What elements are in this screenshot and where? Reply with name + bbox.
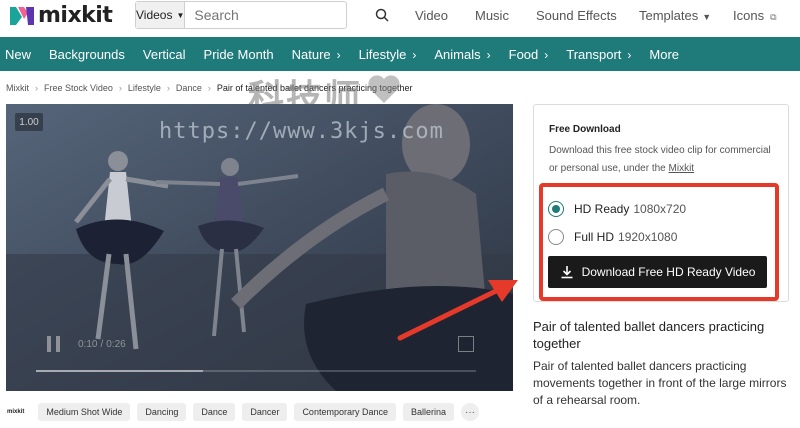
video-description: Pair of talented ballet dancers practici… xyxy=(533,359,787,407)
video-title: Pair of talented ballet dancers practici… xyxy=(533,319,765,351)
